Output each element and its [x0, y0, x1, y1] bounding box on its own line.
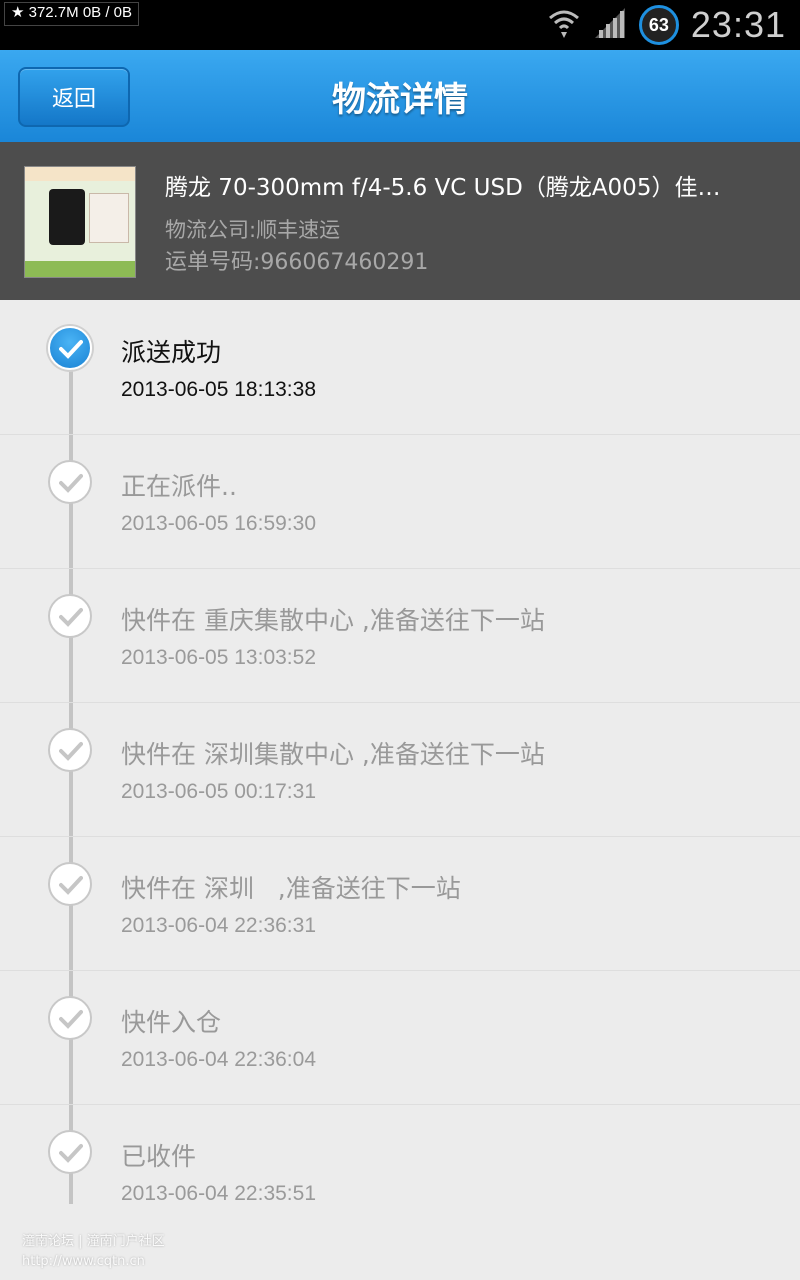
status-dot: [48, 594, 92, 638]
check-icon: [59, 742, 83, 761]
timeline-item: 派送成功 2013-06-05 18:13:38: [0, 300, 800, 435]
status-dot: [48, 1130, 92, 1174]
timeline-time: 2013-06-05 00:17:31: [121, 780, 316, 803]
battery-icon: 63: [638, 5, 679, 45]
timeline-item: 快件在 深圳 ,准备送往下一站 2013-06-04 22:36:31: [0, 836, 800, 971]
timeline-item: 快件在 深圳集散中心 ,准备送往下一站 2013-06-05 00:17:31: [0, 702, 800, 837]
timeline-time: 2013-06-04 22:35:51: [121, 1182, 316, 1205]
page-title: 物流详情: [332, 80, 468, 120]
clock: 23:31: [690, 4, 786, 45]
timeline-item: 已收件 2013-06-04 22:35:51: [0, 1104, 800, 1238]
product-name: 腾龙 70-300mm f/4-5.6 VC USD（腾龙A005）佳…: [165, 175, 721, 201]
timeline-item: 快件入仓 2013-06-04 22:36:04: [0, 970, 800, 1105]
timeline-time: 2013-06-04 22:36:04: [121, 1048, 316, 1071]
product-thumbnail: [24, 166, 136, 278]
timeline-item: 快件在 重庆集散中心 ,准备送往下一站 2013-06-05 13:03:52: [0, 568, 800, 703]
timeline-time: 2013-06-05 16:59:30: [121, 512, 316, 535]
check-icon: [59, 1144, 83, 1163]
tracking-number: 运单号码:966067460291: [165, 250, 429, 275]
signal-icon: [593, 6, 627, 44]
status-dot: [48, 862, 92, 906]
status-left-text: ★ 372.7M 0B / 0B: [4, 2, 140, 26]
check-icon: [59, 1010, 83, 1029]
status-dot: [48, 460, 92, 504]
timeline-time: 2013-06-05 18:13:38: [121, 378, 316, 401]
check-icon: [59, 876, 83, 895]
timeline-title: 快件入仓: [121, 1008, 222, 1037]
check-icon: [59, 608, 83, 627]
timeline-title: 已收件: [121, 1142, 197, 1171]
check-icon: [59, 474, 83, 493]
timeline-title: 快件在 重庆集散中心 ,准备送往下一站: [121, 606, 545, 635]
status-bar: ★ 372.7M 0B / 0B 63 23:31: [0, 0, 800, 50]
timeline-title: 快件在 深圳集散中心 ,准备送往下一站: [121, 740, 545, 769]
status-dot-active: [48, 326, 92, 370]
timeline-title: 派送成功: [121, 338, 222, 367]
logistics-company: 物流公司:顺丰速运: [165, 218, 341, 242]
watermark-line1: 潼南论坛 | 潼南门户社区: [22, 1234, 165, 1249]
timeline-item: 正在派件.. 2013-06-05 16:59:30: [0, 434, 800, 569]
title-bar: 返回 物流详情: [0, 50, 800, 143]
watermark-line2: http://www.cqtn.cn: [22, 1254, 145, 1269]
timeline-time: 2013-06-05 13:03:52: [121, 646, 316, 669]
watermark: 潼南论坛 | 潼南门户社区 http://www.cqtn.cn: [22, 1232, 165, 1272]
wifi-icon: [547, 6, 581, 44]
timeline-title: 正在派件..: [121, 472, 237, 501]
status-dot: [48, 996, 92, 1040]
status-right: 63 23:31: [547, 0, 786, 50]
timeline-time: 2013-06-04 22:36:31: [121, 914, 316, 937]
check-icon: [59, 340, 83, 359]
status-dot: [48, 728, 92, 772]
timeline-title: 快件在 深圳 ,准备送往下一站: [121, 874, 461, 903]
product-panel[interactable]: 腾龙 70-300mm f/4-5.6 VC USD（腾龙A005）佳… 物流公…: [0, 142, 800, 300]
